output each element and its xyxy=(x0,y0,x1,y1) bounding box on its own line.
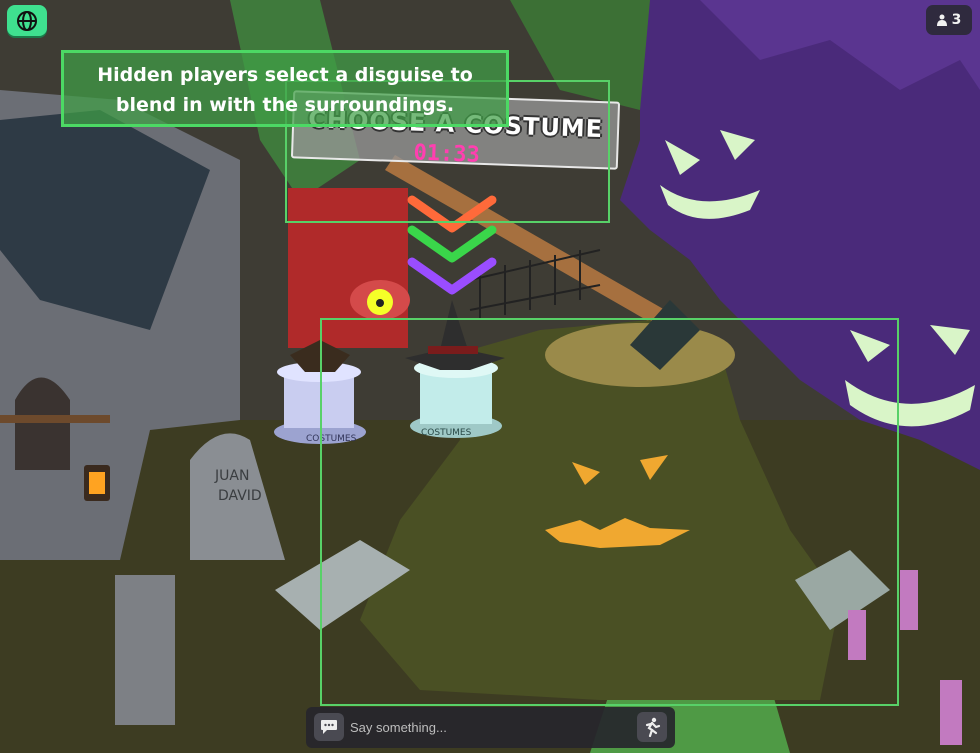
player-count: 3 xyxy=(951,12,962,28)
chat-bar xyxy=(306,707,675,748)
candle xyxy=(940,680,962,745)
lantern-flame xyxy=(89,472,105,494)
player-count-badge[interactable]: 3 xyxy=(926,5,972,35)
building-door xyxy=(15,377,70,470)
candle xyxy=(900,570,918,630)
highlight-box-disguise-area xyxy=(320,318,899,706)
chat-button[interactable] xyxy=(314,713,344,741)
running-person-icon xyxy=(645,717,661,737)
gravestone-name-line1: JUAN xyxy=(214,468,249,484)
globe-icon xyxy=(17,10,37,31)
lantern-post xyxy=(0,415,110,423)
chat-bubble-icon xyxy=(321,720,337,734)
caption-line-1: Hidden players select a disguise to xyxy=(97,64,473,86)
gravestone-name-line2: DAVID xyxy=(218,488,262,504)
emote-button[interactable] xyxy=(637,712,667,742)
caption-line-2: blend in with the surroundings. xyxy=(115,94,455,116)
chat-input[interactable] xyxy=(350,713,630,741)
globe-button[interactable] xyxy=(7,5,47,36)
person-icon xyxy=(936,14,947,26)
wardrobe-eye-pupil xyxy=(376,299,384,307)
stone-pillar xyxy=(115,575,175,725)
tutorial-caption: Hidden players select a disguise to blen… xyxy=(61,50,509,127)
